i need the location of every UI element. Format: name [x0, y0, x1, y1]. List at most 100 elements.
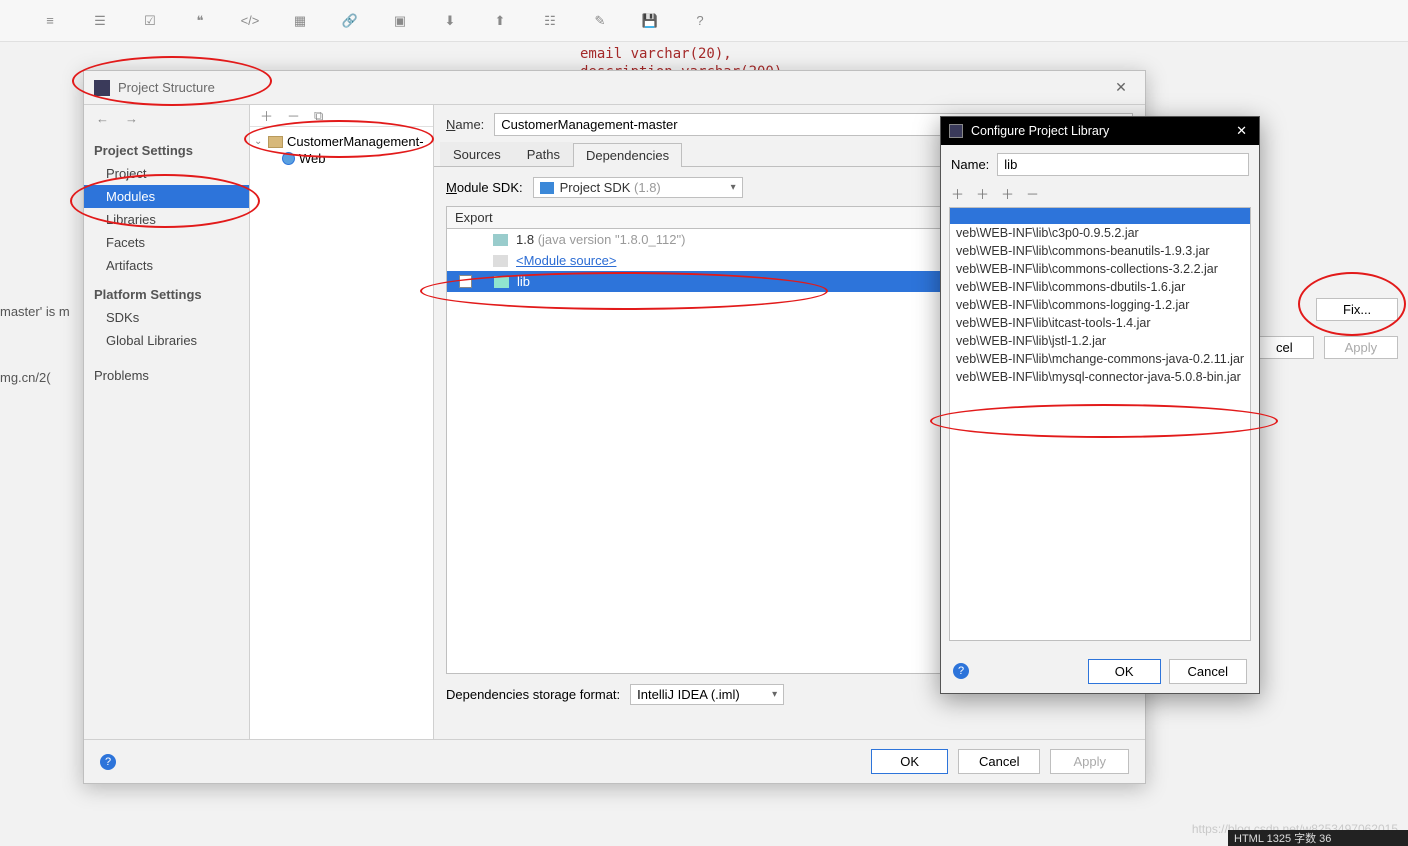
cpl-footer: ? OK Cancel: [941, 649, 1259, 693]
copy-module-icon[interactable]: ⧉: [314, 108, 323, 124]
add-icon[interactable]: ＋: [951, 184, 964, 203]
sidebar-item-problems[interactable]: Problems: [84, 352, 249, 387]
chevron-down-icon: ▾: [731, 182, 736, 193]
storage-format-select[interactable]: IntelliJ IDEA (.iml) ▾: [630, 684, 784, 705]
image-icon[interactable]: ▣: [390, 11, 410, 31]
tab-dependencies[interactable]: Dependencies: [573, 143, 682, 167]
status-bar: HTML 1325 字数 36: [1228, 830, 1408, 846]
remove-icon[interactable]: －: [1026, 184, 1039, 203]
add-sources-icon[interactable]: ＋: [1001, 184, 1014, 203]
jar-row[interactable]: veb\WEB-INF\lib\mchange-commons-java-0.2…: [950, 350, 1250, 368]
jar-list-selection: [950, 208, 1250, 224]
help-icon[interactable]: ?: [953, 663, 969, 679]
fix-button[interactable]: Fix...: [1316, 298, 1398, 321]
cpl-name-label: Name:: [951, 157, 989, 172]
cpl-close-icon[interactable]: ✕: [1232, 123, 1251, 139]
sidebar-item-facets[interactable]: Facets: [84, 231, 249, 254]
cpl-toolbar: ＋ ＋ ＋ －: [941, 182, 1259, 207]
storage-format-value: IntelliJ IDEA (.iml): [637, 687, 740, 702]
source-icon: [493, 255, 508, 267]
help-icon[interactable]: ?: [690, 11, 710, 31]
sidebar-item-artifacts[interactable]: Artifacts: [84, 254, 249, 277]
indent-icon[interactable]: ☷: [540, 11, 560, 31]
feather-icon[interactable]: ✎: [590, 11, 610, 31]
nav-forward-icon[interactable]: →: [125, 111, 138, 133]
cancel-button[interactable]: Cancel: [958, 749, 1040, 774]
dialog-close-icon[interactable]: ✕: [1107, 79, 1135, 96]
chevron-down-icon: ▾: [772, 689, 777, 700]
sidebar-item-sdks[interactable]: SDKs: [84, 306, 249, 329]
dialog-footer: ? OK Cancel Apply: [84, 739, 1145, 783]
list-ordered-icon[interactable]: ≡: [40, 11, 60, 31]
bg-url-fragment: mg.cn/2(: [0, 370, 51, 385]
bg-cancel-button[interactable]: cel: [1255, 336, 1314, 359]
module-name-label: Name:: [446, 117, 484, 132]
intellij-icon: [949, 124, 963, 138]
folder-icon: [268, 136, 283, 148]
cpl-cancel-button[interactable]: Cancel: [1169, 659, 1247, 684]
editor-toolbar: ≡ ☰ ☑ ❝ </> ▦ 🔗 ▣ ⬇ ⬆ ☷ ✎ 💾 ?: [0, 0, 1408, 42]
module-name: CustomerManagement-: [287, 134, 424, 149]
sdk-icon: [540, 182, 554, 194]
sidebar-header-platform: Platform Settings: [84, 277, 249, 306]
jdk-icon: [493, 234, 508, 246]
export-checkbox[interactable]: [459, 275, 472, 288]
sdk-label: Module SDK:: [446, 180, 523, 195]
jar-row[interactable]: veb\WEB-INF\lib\jstl-1.2.jar: [950, 332, 1250, 350]
remove-module-icon[interactable]: －: [287, 106, 300, 125]
table-icon[interactable]: ▦: [290, 11, 310, 31]
sidebar-item-modules[interactable]: Modules: [84, 185, 249, 208]
ok-button[interactable]: OK: [871, 749, 948, 774]
dialog-titlebar: Project Structure ✕: [84, 71, 1145, 105]
jar-row[interactable]: veb\WEB-INF\lib\commons-beanutils-1.9.3.…: [950, 242, 1250, 260]
dep-lib-name: lib: [517, 274, 530, 289]
web-icon: [282, 152, 295, 165]
upload-icon[interactable]: ⬆: [490, 11, 510, 31]
settings-sidebar: ← → Project Settings Project Modules Lib…: [84, 105, 250, 739]
cpl-ok-button[interactable]: OK: [1088, 659, 1161, 684]
apply-button[interactable]: Apply: [1050, 749, 1129, 774]
sdk-version: (1.8): [634, 180, 661, 195]
quote-icon[interactable]: ❝: [190, 11, 210, 31]
add-classes-icon[interactable]: ＋: [976, 184, 989, 203]
module-tree-panel: ＋ － ⧉ ⌄ CustomerManagement- Web: [250, 105, 434, 739]
jar-row[interactable]: veb\WEB-INF\lib\commons-logging-1.2.jar: [950, 296, 1250, 314]
sdk-text: Project SDK: [560, 180, 634, 195]
facet-row-web[interactable]: Web: [254, 150, 429, 167]
list-bullet-icon[interactable]: ☰: [90, 11, 110, 31]
cpl-title-text: Configure Project Library: [971, 124, 1232, 138]
module-source-link[interactable]: <Module source>: [516, 253, 616, 268]
dialog-title: Project Structure: [118, 80, 1107, 95]
jar-row[interactable]: veb\WEB-INF\lib\commons-collections-3.2.…: [950, 260, 1250, 278]
save-icon[interactable]: 💾: [640, 11, 660, 31]
jar-row[interactable]: veb\WEB-INF\lib\mysql-connector-java-5.0…: [950, 368, 1250, 386]
intellij-icon: [94, 80, 110, 96]
nav-back-icon[interactable]: ←: [96, 111, 109, 133]
module-row[interactable]: ⌄ CustomerManagement-: [254, 133, 429, 150]
list-check-icon[interactable]: ☑: [140, 11, 160, 31]
configure-library-dialog: Configure Project Library ✕ Name: ＋ ＋ ＋ …: [940, 116, 1260, 694]
library-icon: [494, 276, 509, 288]
help-icon[interactable]: ?: [100, 754, 116, 770]
cpl-name-input[interactable]: [997, 153, 1249, 176]
sidebar-item-libraries[interactable]: Libraries: [84, 208, 249, 231]
sidebar-item-global-libraries[interactable]: Global Libraries: [84, 329, 249, 352]
bg-truncated-text: master' is m: [0, 304, 70, 319]
tab-sources[interactable]: Sources: [440, 142, 514, 166]
sidebar-header-project: Project Settings: [84, 133, 249, 162]
jar-list[interactable]: veb\WEB-INF\lib\c3p0-0.9.5.2.jar veb\WEB…: [949, 207, 1251, 641]
add-module-icon[interactable]: ＋: [260, 106, 273, 125]
link-icon[interactable]: 🔗: [340, 11, 360, 31]
jar-row[interactable]: veb\WEB-INF\lib\commons-dbutils-1.6.jar: [950, 278, 1250, 296]
chevron-down-icon[interactable]: ⌄: [254, 136, 264, 147]
module-sdk-select[interactable]: Project SDK (1.8) ▾: [533, 177, 743, 198]
jar-row[interactable]: veb\WEB-INF\lib\itcast-tools-1.4.jar: [950, 314, 1250, 332]
tab-paths[interactable]: Paths: [514, 142, 573, 166]
bg-apply-button[interactable]: Apply: [1324, 336, 1399, 359]
jar-row[interactable]: veb\WEB-INF\lib\c3p0-0.9.5.2.jar: [950, 224, 1250, 242]
facet-label: Web: [299, 151, 326, 166]
code-icon[interactable]: </>: [240, 11, 260, 31]
download-icon[interactable]: ⬇: [440, 11, 460, 31]
cpl-titlebar: Configure Project Library ✕: [941, 117, 1259, 145]
sidebar-item-project[interactable]: Project: [84, 162, 249, 185]
